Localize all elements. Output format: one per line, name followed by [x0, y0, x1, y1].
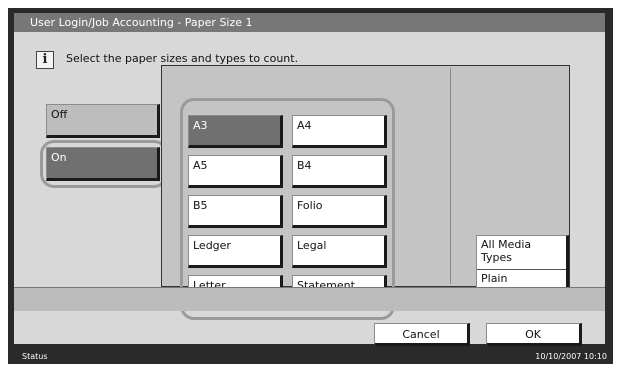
status-datetime: 10/10/2007 10:10: [535, 352, 607, 361]
info-icon: i: [36, 51, 54, 69]
instruction-message: Select the paper sizes and types to coun…: [66, 52, 299, 65]
bottom-bar: [14, 287, 605, 311]
on-button[interactable]: On: [46, 147, 160, 181]
screen-title: User Login/Job Accounting - Paper Size 1: [14, 13, 605, 32]
media-type-label: All Media Types: [481, 238, 532, 264]
off-button[interactable]: Off: [46, 104, 160, 138]
status-bar: Status 10/10/2007 10:10: [8, 349, 613, 364]
media-type-value: Plain: [477, 269, 566, 285]
status-label[interactable]: Status: [22, 349, 48, 364]
ok-button[interactable]: OK: [486, 323, 582, 346]
column-divider: [450, 68, 451, 284]
cancel-button[interactable]: Cancel: [374, 323, 470, 346]
